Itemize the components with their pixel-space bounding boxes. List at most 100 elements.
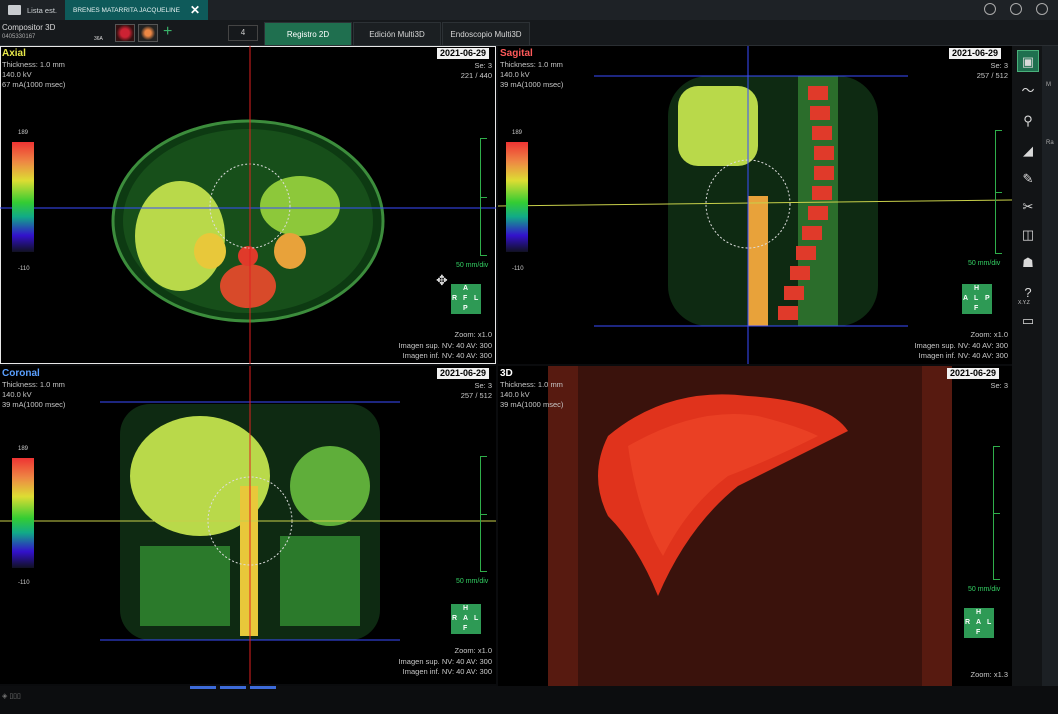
slice-index: 221 / 440 (460, 71, 492, 80)
close-icon[interactable]: ✕ (190, 3, 200, 17)
series-info: Se: 3 221 / 440 (461, 61, 492, 81)
zoom-text: Zoom: x1.0 (454, 646, 492, 655)
thickness-text: Thickness: 1.0 mm (500, 380, 563, 389)
colorbar-max: 189 (18, 446, 29, 452)
orient-bottom: P (463, 305, 468, 312)
kv-text: 140.0 kV (500, 390, 530, 399)
orientation-cube[interactable]: H R A L F (451, 604, 481, 634)
display-info: Zoom: x1.3 (970, 670, 1008, 681)
settings-icon[interactable] (984, 3, 996, 15)
composer-title: Compositor 3D (2, 23, 56, 32)
scale-label: 50 mm/div (456, 578, 489, 585)
thickness-text: Thickness: 1.0 mm (2, 60, 65, 69)
viewport-title: Axial (2, 48, 26, 59)
orientation-cube[interactable]: H R A L F (964, 608, 994, 638)
tab-study-list-label: Lista est. (27, 5, 58, 15)
patient-name: BRENES MATARRITA JACQUELINE (73, 6, 180, 14)
thickness-text: Thickness: 1.0 mm (2, 380, 65, 389)
acquisition-info: Thickness: 1.0 mm 140.0 kV 39 mA(1000 ms… (2, 380, 65, 410)
orientation-icon[interactable]: ☗ (1017, 252, 1039, 274)
tool-strip: ▣ 〜 ⚲ ◢ ✎ ✂ ◫ ☗ ? X.Y.Z ▭ (1012, 46, 1042, 686)
power-icon[interactable] (1036, 3, 1048, 15)
layout-button[interactable]: 4 (228, 25, 258, 41)
tab-patient[interactable]: BRENES MATARRITA JACQUELINE ✕ (65, 0, 208, 20)
study-date: 2021-06-29 (947, 368, 1000, 379)
top-bar: Lista est. BRENES MATARRITA JACQUELINE ✕ (0, 0, 1058, 20)
kv-text: 140.0 kV (2, 390, 32, 399)
orient-right: L (474, 615, 479, 622)
thickness-text: Thickness: 1.0 mm (500, 60, 563, 69)
window-controls (984, 3, 1048, 15)
scale-label: 50 mm/div (456, 262, 489, 269)
series-info: Se: 3 257 / 512 (461, 381, 492, 401)
kv-text: 140.0 kV (500, 70, 530, 79)
kv-text: 140.0 kV (2, 70, 32, 79)
colorbar (506, 142, 528, 252)
orient-left: R (452, 615, 458, 622)
viewport-icon[interactable]: ▣ (1017, 50, 1039, 72)
film-icon[interactable]: ▭ (1017, 310, 1039, 332)
orient-center: A (976, 619, 982, 626)
orientation-cube[interactable]: A R F L P (451, 284, 481, 314)
orient-top: H (974, 285, 980, 292)
series-info: Se: 3 257 / 512 (977, 61, 1008, 81)
zoom-text: Zoom: x1.3 (970, 670, 1008, 679)
colorbar-min: -110 (512, 266, 524, 272)
page-indicator-3[interactable] (250, 686, 276, 689)
viewport-title: Sagital (500, 48, 533, 59)
slice-index: 257 / 512 (460, 391, 492, 400)
add-icon[interactable]: + (163, 23, 172, 41)
page-indicator-1[interactable] (190, 686, 216, 689)
display-info: Zoom: x1.0 Imagen sup. NV: 40 AV: 300 Im… (914, 330, 1008, 362)
viewport-coronal[interactable]: Coronal Thickness: 1.0 mm 140.0 kV 39 mA… (0, 366, 496, 684)
axial-image (0, 46, 496, 364)
orient-right: P (985, 295, 990, 302)
display-info: Zoom: x1.0 Imagen sup. NV: 40 AV: 300 Im… (398, 330, 492, 362)
viewport-sagittal[interactable]: Sagital Thickness: 1.0 mm 140.0 kV 39 mA… (498, 46, 1012, 364)
annotation-icon[interactable]: ✎ (1017, 168, 1039, 190)
viewport-title: 3D (500, 368, 513, 379)
scalpel-icon[interactable]: ✂ (1017, 196, 1039, 218)
viewport-axial[interactable]: Axial Thickness: 1.0 mm 140.0 kV 67 mA(1… (0, 46, 496, 364)
zoom-text: Zoom: x1.0 (970, 330, 1008, 339)
logo: ◈ ▯▯▯ (2, 693, 21, 700)
side-label-ra: Ra (1046, 140, 1054, 146)
series-thumbnail-1[interactable] (115, 24, 135, 42)
orient-center: F (463, 295, 468, 302)
orient-bottom: F (974, 305, 979, 312)
tab-registro-2d[interactable]: Registro 2D (264, 22, 352, 46)
orient-left: R (965, 619, 971, 626)
list-icon (8, 5, 21, 15)
series-number: Se: 3 (474, 381, 492, 390)
page-indicator-2[interactable] (220, 686, 246, 689)
tab-edicion-multi3d[interactable]: Edición Multi3D (353, 22, 441, 46)
orientation-cube[interactable]: H A L P F (962, 284, 992, 314)
scale-ruler (480, 456, 488, 572)
colorbar (12, 458, 34, 568)
move-cursor-icon: ✥ (436, 272, 448, 288)
tab-endoscopio-multi3d[interactable]: Endoscopio Multi3D (442, 22, 530, 46)
sagittal-image (498, 46, 1012, 364)
volume-render-image (548, 366, 952, 686)
scale-ruler (480, 138, 488, 256)
series-thumbnail-2[interactable] (138, 24, 158, 42)
study-date: 2021-06-29 (949, 48, 1002, 59)
side-label-m: M (1046, 82, 1051, 88)
orient-top: A (463, 285, 469, 292)
series-number: Se: 3 (990, 61, 1008, 70)
xyz-label: X.Y.Z (1018, 300, 1030, 306)
magnify-icon[interactable]: ⚲ (1017, 110, 1039, 132)
viewport-3d[interactable]: 3D Thickness: 1.0 mm 140.0 kV 39 mA(1000… (498, 366, 1012, 686)
scale-ruler (993, 446, 1001, 580)
colorbar (12, 142, 34, 252)
ruler-icon[interactable]: ◢ (1017, 140, 1039, 162)
help-icon[interactable] (1010, 3, 1022, 15)
scale-label: 50 mm/div (968, 260, 1001, 267)
ma-text: 39 mA(1000 msec) (500, 400, 564, 409)
scale-label: 50 mm/div (968, 586, 1001, 593)
curve-icon[interactable]: 〜 (1017, 80, 1039, 102)
tab-study-list[interactable]: Lista est. (0, 0, 65, 20)
side-panel-edge: Ra M (1042, 46, 1058, 686)
cube-icon[interactable]: ◫ (1017, 224, 1039, 246)
composer-toolbar: Compositor 3D 0405330167 36A + 4 Registr… (0, 20, 1058, 46)
